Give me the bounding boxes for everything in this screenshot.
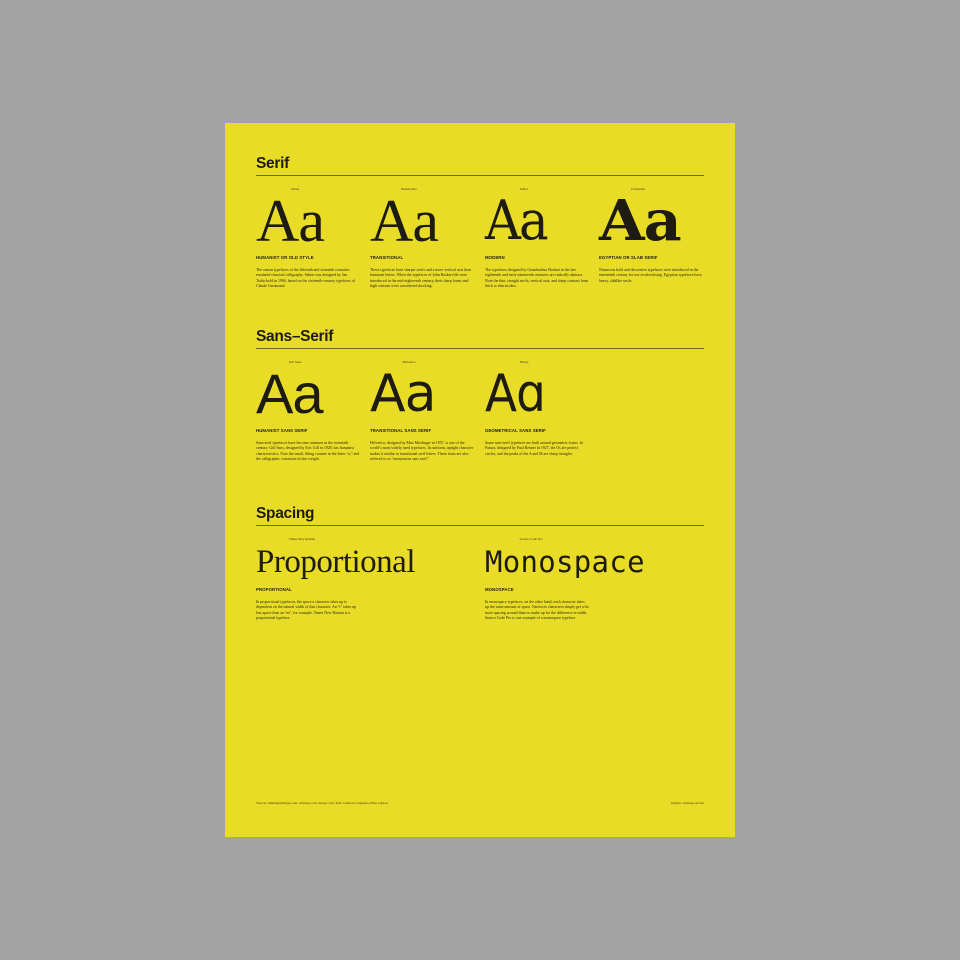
- category-description: The typefaces designed by Giambattista B…: [485, 268, 589, 289]
- category-description: Some sans-serif typefaces are built arou…: [485, 441, 583, 456]
- glyph-sample: Aa: [370, 364, 436, 424]
- footer-sources: Sources: thinkingwithtype.com, wtmtype.c…: [256, 801, 389, 805]
- serif-section: Serif Sabon Aa HUMANIST OR OLD STYLE The…: [256, 154, 704, 316]
- serif-card-slab: Clarendon Aa EGYPTIAN OR SLAB SERIF Nume…: [599, 186, 704, 284]
- category-description: Numerous bold and decorative typefaces w…: [599, 268, 702, 283]
- glyph-sample: Aa: [256, 362, 324, 425]
- serif-card-modern: Didot Aa MODERN The typefaces designed b…: [485, 186, 590, 290]
- divider: [256, 348, 704, 349]
- category-label: TRANSITIONAL SANS SERIF: [370, 428, 432, 433]
- spacing-card-proportional: Times New Roman Proportional PROPORTIONA…: [256, 536, 476, 622]
- sans-card-geometric: Futura Aɑ GEOMETRICAL SANS SERIF Some sa…: [485, 359, 590, 457]
- glyph-sample: Aa: [370, 188, 439, 254]
- category-label: PROPORTIONAL: [256, 587, 292, 592]
- glyph-sample: Aa: [485, 189, 549, 252]
- section-title-spacing: Spacing: [256, 505, 315, 522]
- spacing-card-monospace: Source Code Pro Monospace MONOSPACE In m…: [485, 536, 705, 622]
- sans-card-transitional: Helvetica Aa TRANSITIONAL SANS SERIF Hel…: [370, 359, 475, 463]
- category-label: HUMANIST SANS SERIF: [256, 428, 308, 433]
- poster: Serif Sabon Aa HUMANIST OR OLD STYLE The…: [225, 123, 735, 837]
- category-description: These typefaces have sharper serifs and …: [370, 268, 471, 289]
- section-title-serif: Serif: [256, 155, 289, 172]
- category-label: EGYPTIAN OR SLAB SERIF: [599, 255, 658, 260]
- category-description: In proportional typefaces, the space a c…: [256, 600, 357, 621]
- category-label: GEOMETRICAL SANS SERIF: [485, 428, 546, 433]
- sans-card-humanist: Gill Sans Aa HUMANIST SANS SERIF Sans-se…: [256, 359, 361, 463]
- category-description: Helvetica, designed by Max Miedinger in …: [370, 441, 474, 462]
- footer-credit: Design: Johannes Adolet: [671, 801, 704, 805]
- serif-card-humanist: Sabon Aa HUMANIST OR OLD STYLE The roman…: [256, 186, 361, 290]
- category-label: MODERN: [485, 255, 505, 260]
- glyph-sample: Aa: [599, 188, 682, 254]
- category-description: The roman typefaces of the fifteenth and…: [256, 268, 356, 289]
- divider: [256, 525, 704, 526]
- category-label: TRANSITIONAL: [370, 255, 404, 260]
- spacing-section: Spacing Times New Roman Proportional PRO…: [256, 504, 704, 666]
- glyph-sample: Aɑ: [485, 364, 546, 424]
- sans-serif-section: Sans–Serif Gill Sans Aa HUMANIST SANS SE…: [256, 327, 704, 489]
- serif-card-transitional: Baskerville Aa TRANSITIONAL These typefa…: [370, 186, 475, 290]
- type-sample: Proportional: [256, 544, 415, 580]
- category-label: MONOSPACE: [485, 587, 514, 592]
- section-title-sans-serif: Sans–Serif: [256, 328, 334, 345]
- footer: Sources: thinkingwithtype.com, wtmtype.c…: [256, 801, 704, 805]
- glyph-sample: Aa: [256, 188, 325, 254]
- category-description: Sans-serif typefaces have become common …: [256, 441, 360, 462]
- type-sample: Monospace: [485, 545, 645, 579]
- category-description: In monospace typefaces, on the other han…: [485, 600, 589, 621]
- category-label: HUMANIST OR OLD STYLE: [256, 255, 314, 260]
- divider: [256, 175, 704, 176]
